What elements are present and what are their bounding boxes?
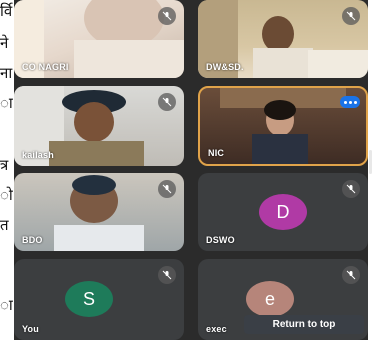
text-fragment: त्र bbox=[0, 156, 9, 174]
mic-off-icon bbox=[342, 180, 360, 198]
avatar: D bbox=[259, 194, 307, 230]
participant-tile-self[interactable]: S You bbox=[14, 259, 184, 340]
participant-tile[interactable]: BDO bbox=[14, 173, 184, 251]
avatar: S bbox=[65, 281, 113, 317]
participant-name: BDO bbox=[22, 235, 43, 245]
avatar: e bbox=[246, 281, 294, 317]
text-fragment: ा bbox=[0, 94, 13, 112]
text-fragment: ा bbox=[0, 296, 13, 314]
participant-name: exec bbox=[206, 324, 227, 334]
participant-tile[interactable]: D DSWO bbox=[198, 173, 368, 251]
participant-name: DW&SD. bbox=[206, 62, 244, 72]
return-to-top-button[interactable]: Return to top bbox=[244, 315, 364, 334]
speaking-indicator-icon bbox=[340, 96, 360, 108]
text-fragment: त bbox=[0, 216, 9, 234]
participant-name: NIC bbox=[208, 148, 225, 158]
participant-name: kailash bbox=[22, 150, 54, 160]
newspaper-text-column: र्वि ने ना ा त्र ो त ा bbox=[0, 0, 14, 340]
text-fragment: ने bbox=[0, 34, 9, 52]
mic-off-icon bbox=[158, 266, 176, 284]
participant-tile[interactable]: CO NAGRI bbox=[14, 0, 184, 78]
mic-off-icon bbox=[158, 7, 176, 25]
mic-off-icon bbox=[342, 266, 360, 284]
text-fragment: र्वि bbox=[0, 2, 13, 20]
avatar-letter: e bbox=[264, 288, 275, 309]
avatar-letter: D bbox=[276, 201, 290, 222]
mic-off-icon bbox=[342, 7, 360, 25]
participant-name: DSWO bbox=[206, 235, 235, 245]
scroll-indicator[interactable] bbox=[369, 150, 372, 174]
participant-tile-active[interactable]: NIC bbox=[198, 86, 368, 166]
participant-tile[interactable]: kailash bbox=[14, 86, 184, 166]
text-fragment: ना bbox=[0, 64, 13, 82]
participant-name: You bbox=[22, 324, 39, 334]
mic-off-icon bbox=[158, 180, 176, 198]
avatar-letter: S bbox=[82, 288, 95, 309]
participant-tile[interactable]: DW&SD. bbox=[198, 0, 368, 78]
text-fragment: ो bbox=[0, 186, 13, 204]
participant-name: CO NAGRI bbox=[22, 62, 69, 72]
mic-off-icon bbox=[158, 93, 176, 111]
